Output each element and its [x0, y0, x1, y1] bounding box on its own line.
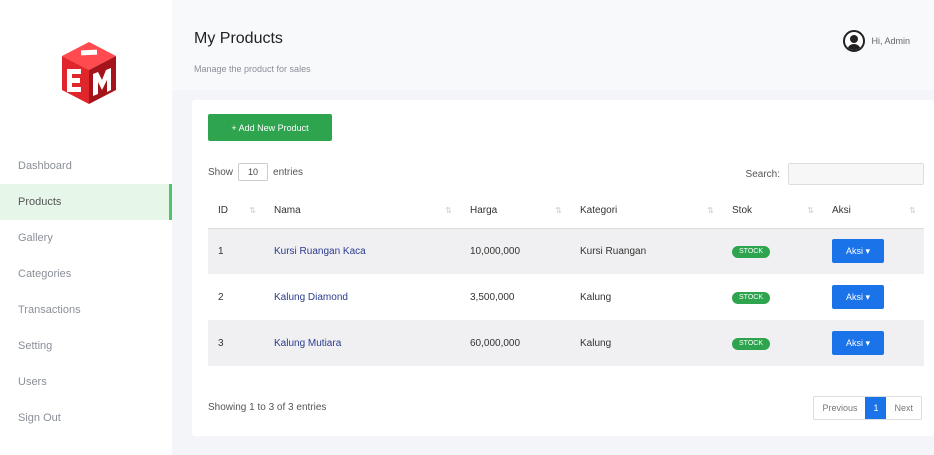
- sidebar-nav: Dashboard Products Gallery Categories Tr…: [0, 148, 172, 436]
- sort-icon: ⇅: [807, 206, 814, 215]
- stock-badge: STOCK: [732, 291, 770, 304]
- cell-aksi: Aksi ▾: [822, 274, 924, 320]
- sort-icon: ⇅: [445, 206, 452, 215]
- table-row: 3 Kalung Mutiara 60,000,000 Kalung STOCK…: [208, 320, 924, 366]
- cell-nama: Kalung Mutiara: [264, 320, 460, 366]
- app: Dashboard Products Gallery Categories Tr…: [0, 0, 934, 455]
- sidebar-item-transactions[interactable]: Transactions: [0, 292, 172, 328]
- cell-nama: Kursi Ruangan Kaca: [264, 228, 460, 274]
- cell-harga: 10,000,000: [460, 228, 570, 274]
- search-input[interactable]: [788, 163, 924, 185]
- aksi-dropdown-button[interactable]: Aksi ▾: [832, 285, 884, 309]
- entries-select[interactable]: 10: [238, 163, 269, 181]
- column-header-aksi[interactable]: Aksi ⇅: [822, 194, 924, 229]
- page-subtitle: Manage the product for sales: [194, 64, 311, 74]
- column-header-stok[interactable]: Stok ⇅: [722, 194, 822, 229]
- table-row: 2 Kalung Diamond 3,500,000 Kalung STOCK …: [208, 274, 924, 320]
- cell-id: 3: [208, 320, 264, 366]
- cell-id: 1: [208, 228, 264, 274]
- stock-badge: STOCK: [732, 337, 770, 350]
- sidebar-item-sign-out[interactable]: Sign Out: [0, 400, 172, 436]
- brand-logo-icon: [62, 42, 116, 104]
- entries-control: Show 10 entries: [208, 163, 303, 181]
- sort-icon: ⇅: [909, 206, 916, 215]
- search-control: Search:: [746, 163, 924, 185]
- pagination-page-1[interactable]: 1: [865, 397, 887, 419]
- sort-icon: ⇅: [707, 206, 714, 215]
- sidebar-item-gallery[interactable]: Gallery: [0, 220, 172, 256]
- sidebar-item-products[interactable]: Products: [0, 184, 172, 220]
- pagination-next[interactable]: Next: [886, 397, 921, 419]
- search-label: Search:: [745, 168, 780, 180]
- cell-stok: STOCK: [722, 320, 822, 366]
- products-card: + Add New Product Show 10 entries Search…: [192, 100, 934, 436]
- column-header-nama[interactable]: Nama ⇅: [264, 194, 460, 229]
- page-title: My Products: [194, 30, 283, 47]
- entries-label: entries: [273, 166, 304, 178]
- user-menu-label: Hi, Admin: [871, 36, 910, 46]
- cell-nama: Kalung Diamond: [274, 291, 348, 303]
- user-menu[interactable]: Hi, Admin: [843, 30, 910, 52]
- sidebar-item-dashboard[interactable]: Dashboard: [0, 148, 172, 184]
- cell-id: 2: [218, 291, 224, 303]
- sidebar: Dashboard Products Gallery Categories Tr…: [0, 0, 172, 455]
- sidebar-item-categories[interactable]: Categories: [0, 256, 172, 292]
- sidebar-item-setting[interactable]: Setting: [0, 328, 172, 364]
- pagination: Previous 1 Next: [813, 396, 922, 420]
- user-avatar-icon: [843, 30, 866, 52]
- page-header: My Products Manage the product for sales…: [172, 0, 934, 90]
- cell-harga: 60,000,000: [460, 320, 570, 366]
- cell-aksi: Aksi ▾: [822, 228, 924, 274]
- cell-stok: STOCK: [722, 228, 822, 274]
- aksi-dropdown-button[interactable]: Aksi ▾: [832, 239, 884, 264]
- column-header-kategori[interactable]: Kategori ⇅: [570, 194, 722, 229]
- sidebar-item-users[interactable]: Users: [0, 364, 172, 400]
- table-info: Showing 1 to 3 of 3 entries: [208, 402, 327, 413]
- table-header-row: ID ⇅ Nama ⇅ Harga ⇅ Kategori ⇅ Stok ⇅ Aksi ⇅: [208, 194, 924, 229]
- add-product-button[interactable]: + Add New Product: [208, 114, 332, 141]
- cell-kategori: Kalung: [570, 320, 722, 366]
- cell-kategori: Kursi Ruangan: [570, 228, 722, 274]
- cell-aksi: Aksi ▾: [822, 320, 924, 366]
- cell-stok: STOCK: [722, 274, 822, 320]
- sort-icon: ⇅: [555, 206, 562, 215]
- aksi-dropdown-button[interactable]: Aksi ▾: [832, 331, 884, 355]
- cell-harga: 3,500,000: [470, 291, 515, 303]
- column-header-id[interactable]: ID ⇅: [208, 194, 264, 229]
- stock-badge: STOCK: [732, 245, 770, 258]
- sort-icon: ⇅: [249, 206, 256, 215]
- column-header-harga[interactable]: Harga ⇅: [460, 194, 570, 229]
- table-row: 1 Kursi Ruangan Kaca 10,000,000 Kursi Ru…: [208, 228, 924, 274]
- show-label: Show: [208, 166, 234, 178]
- products-table: ID ⇅ Nama ⇅ Harga ⇅ Kategori ⇅ Stok ⇅ Aksi ⇅ 1…: [208, 194, 924, 366]
- cell-kategori: Kalung: [580, 291, 612, 303]
- pagination-previous[interactable]: Previous: [814, 397, 865, 419]
